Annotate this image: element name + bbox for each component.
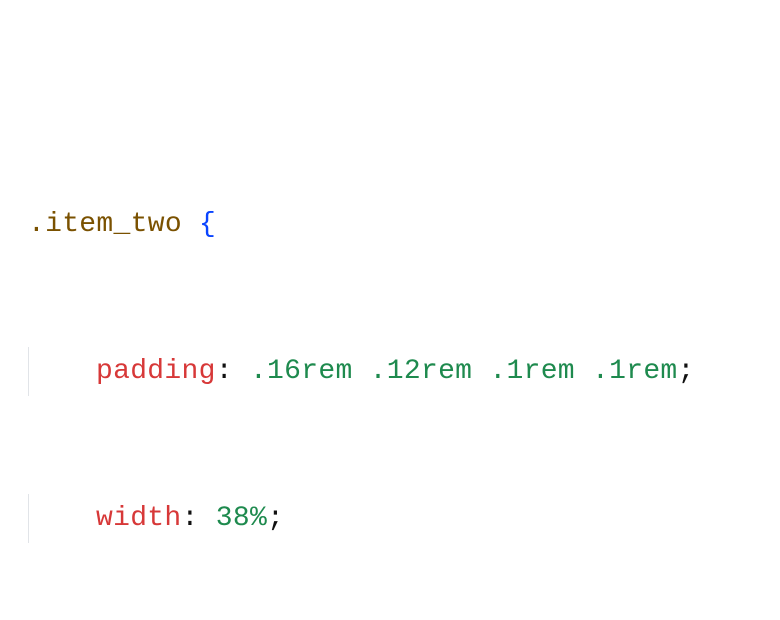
value: .16rem .12rem .1rem .1rem — [250, 356, 678, 387]
code-editor[interactable]: .item_two { padding: .16rem .12rem .1rem… — [0, 0, 780, 620]
declaration: padding: .16rem .12rem .1rem .1rem; — [10, 347, 780, 396]
property: width — [96, 503, 182, 534]
selector-line: .item_two { — [10, 200, 780, 249]
property: padding — [96, 356, 216, 387]
declaration: width: 38%; — [10, 494, 780, 543]
value: 38% — [216, 503, 267, 534]
selector: .item_two — [28, 209, 182, 240]
open-brace: { — [199, 209, 216, 240]
